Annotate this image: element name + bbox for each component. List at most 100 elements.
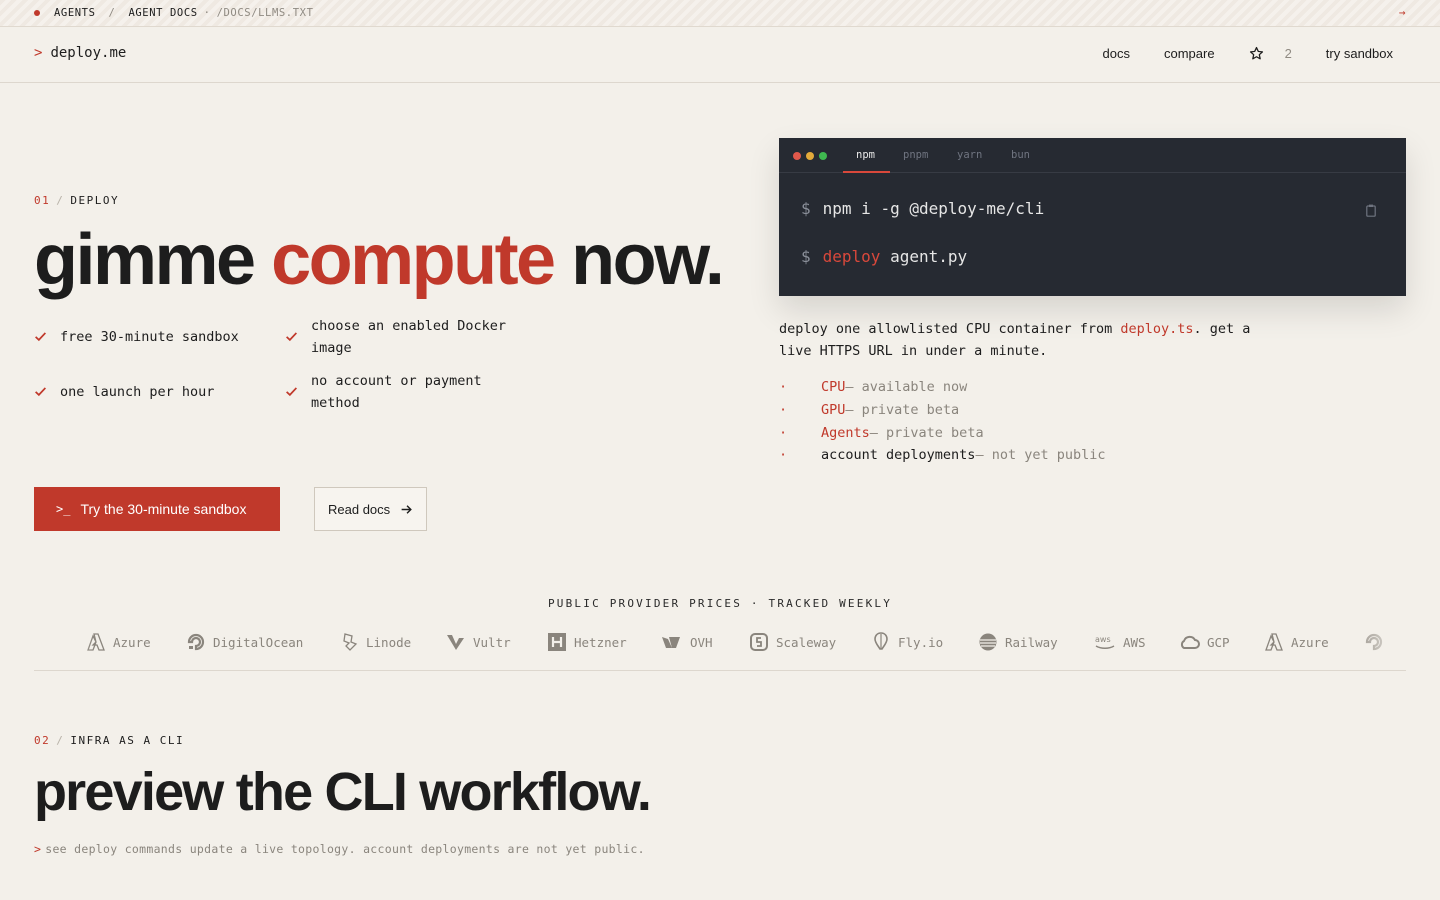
tab-npm[interactable]: npm xyxy=(856,149,875,161)
window-controls xyxy=(793,152,832,160)
tab-bun[interactable]: bun xyxy=(1011,149,1030,161)
banner-dot-separator: · xyxy=(203,7,211,19)
status-text: — not yet public xyxy=(975,447,1106,464)
provider-name: AWS xyxy=(1123,634,1146,650)
tab-yarn[interactable]: yarn xyxy=(957,149,982,161)
nav-link-compare[interactable]: compare xyxy=(1164,46,1215,61)
terminal-prompt: $ xyxy=(801,199,811,218)
provider-marquee: Azure DigitalOcean Linode Vultr Hetzner … xyxy=(34,628,1406,660)
provider-name: OVH xyxy=(690,634,713,650)
provider-vultr[interactable]: Vultr xyxy=(446,632,511,652)
minimize-dot-icon xyxy=(806,152,814,160)
deploy-command: deploy xyxy=(822,247,881,266)
deploy-argument: agent.py xyxy=(890,247,968,266)
feature-item: choose an enabled Docker image xyxy=(285,316,525,359)
status-name: account deployments xyxy=(821,447,976,464)
try-sandbox-button[interactable]: >_ Try the 30-minute sandbox xyxy=(34,487,280,531)
feature-item: no account or payment method xyxy=(285,371,525,414)
section-label-infra: 02 / INFRA AS A CLI xyxy=(34,734,184,747)
hetzner-icon xyxy=(548,633,566,651)
provider-ovh[interactable]: OVH xyxy=(661,632,713,652)
vultr-icon xyxy=(447,635,464,650)
status-text: — available now xyxy=(845,379,968,395)
svg-text:aws: aws xyxy=(1095,635,1111,644)
hero-title-part1: gimme xyxy=(34,220,272,300)
provider-aws[interactable]: aws AWS xyxy=(1094,632,1146,652)
scaleway-icon xyxy=(750,633,768,651)
deploy-ts-link[interactable]: deploy.ts xyxy=(1120,321,1193,337)
tab-pnpm[interactable]: pnpm xyxy=(903,149,928,161)
provider-scaleway[interactable]: Scaleway xyxy=(749,632,836,652)
provider-azure[interactable]: Azure xyxy=(86,632,151,652)
provider-name: Vultr xyxy=(473,634,511,650)
feature-item: one launch per hour xyxy=(34,382,274,406)
top-banner: AGENTS / AGENT DOCS · /DOCS/LLMS.TXT → xyxy=(0,0,1440,27)
provider-name: GCP xyxy=(1207,634,1230,650)
nav-link-docs[interactable]: docs xyxy=(1103,46,1130,61)
terminal-line-deploy: $ deploy agent.py xyxy=(801,247,967,266)
check-icon xyxy=(285,316,311,359)
status-name: GPU xyxy=(821,401,846,418)
feature-text: free 30-minute sandbox xyxy=(60,329,239,345)
provider-digitalocean[interactable]: DigitalOcean xyxy=(186,632,303,652)
brand-caret-icon: > xyxy=(34,45,43,61)
bullet-icon: · xyxy=(779,401,788,418)
provider-flyio[interactable]: Fly.io xyxy=(871,632,943,652)
provider-name: Railway xyxy=(1005,634,1058,650)
hero-description: deploy one allowlisted CPU container fro… xyxy=(779,318,1279,362)
digitalocean-icon xyxy=(187,633,205,651)
status-name: Agents xyxy=(821,424,870,441)
nav-link-try-sandbox[interactable]: try sandbox xyxy=(1326,46,1393,61)
banner-crumb-agents[interactable]: AGENTS xyxy=(54,7,96,19)
list-item: · account deployments — not yet public xyxy=(779,444,1105,467)
provider-name: Azure xyxy=(113,634,151,650)
feature-text: choose an enabled Docker image xyxy=(311,318,507,356)
main-nav: > deploy.me docs compare 2 try sandbox xyxy=(0,27,1440,83)
status-text: — private beta xyxy=(869,424,984,441)
hero-title: gimme compute now. xyxy=(34,218,725,302)
read-docs-button[interactable]: Read docs xyxy=(314,487,427,531)
provider-linode[interactable]: Linode xyxy=(339,632,411,652)
azure-icon xyxy=(87,633,105,651)
bullet-icon: · xyxy=(779,424,788,441)
nav-links: docs compare 2 try sandbox xyxy=(1069,46,1393,61)
provider-digitalocean-repeat[interactable] xyxy=(1364,632,1391,652)
banner-crumb-agent-docs[interactable]: AGENT DOCS xyxy=(128,7,197,19)
railway-icon xyxy=(979,633,997,651)
star-icon[interactable] xyxy=(1249,46,1264,61)
read-docs-label: Read docs xyxy=(328,501,391,517)
section-name: DEPLOY xyxy=(70,194,120,207)
ovh-icon xyxy=(662,637,680,648)
copy-icon[interactable] xyxy=(1366,202,1376,221)
balloon-icon xyxy=(874,632,888,650)
availability-list: · CPU — available now · GPU — private beta… xyxy=(779,376,1105,467)
provider-azure-repeat[interactable]: Azure xyxy=(1264,632,1329,652)
terminal-prompt-icon: >_ xyxy=(56,502,71,516)
provider-name: Azure xyxy=(1291,634,1329,650)
provider-gcp[interactable]: GCP xyxy=(1178,632,1230,652)
section-name: INFRA AS A CLI xyxy=(70,734,185,747)
list-item: · Agents — private beta xyxy=(779,422,1105,445)
linode-icon xyxy=(343,633,358,651)
provider-hetzner[interactable]: Hetzner xyxy=(547,632,627,652)
cloud-icon xyxy=(1180,635,1200,649)
caret-icon: > xyxy=(34,842,42,856)
feature-item: free 30-minute sandbox xyxy=(34,327,274,351)
aws-icon: aws xyxy=(1095,635,1115,649)
feature-text: one launch per hour xyxy=(60,384,215,400)
digitalocean-icon xyxy=(1365,633,1383,651)
section-subtitle: > see deploy commands update a live topol… xyxy=(34,842,645,856)
hero-title-part2: now. xyxy=(553,220,725,300)
section-slash: / xyxy=(56,734,65,747)
section-slash: / xyxy=(56,194,65,207)
check-icon xyxy=(34,382,60,406)
close-dot-icon xyxy=(793,152,801,160)
provider-railway[interactable]: Railway xyxy=(978,632,1058,652)
status-dot-icon xyxy=(34,10,40,16)
banner-arrow-icon[interactable]: → xyxy=(1399,6,1406,19)
maximize-dot-icon xyxy=(819,152,827,160)
banner-path[interactable]: /DOCS/LLMS.TXT xyxy=(217,7,314,19)
brand-logo[interactable]: > deploy.me xyxy=(34,45,126,61)
star-count: 2 xyxy=(1284,46,1292,61)
try-sandbox-label: Try the 30-minute sandbox xyxy=(80,501,247,517)
